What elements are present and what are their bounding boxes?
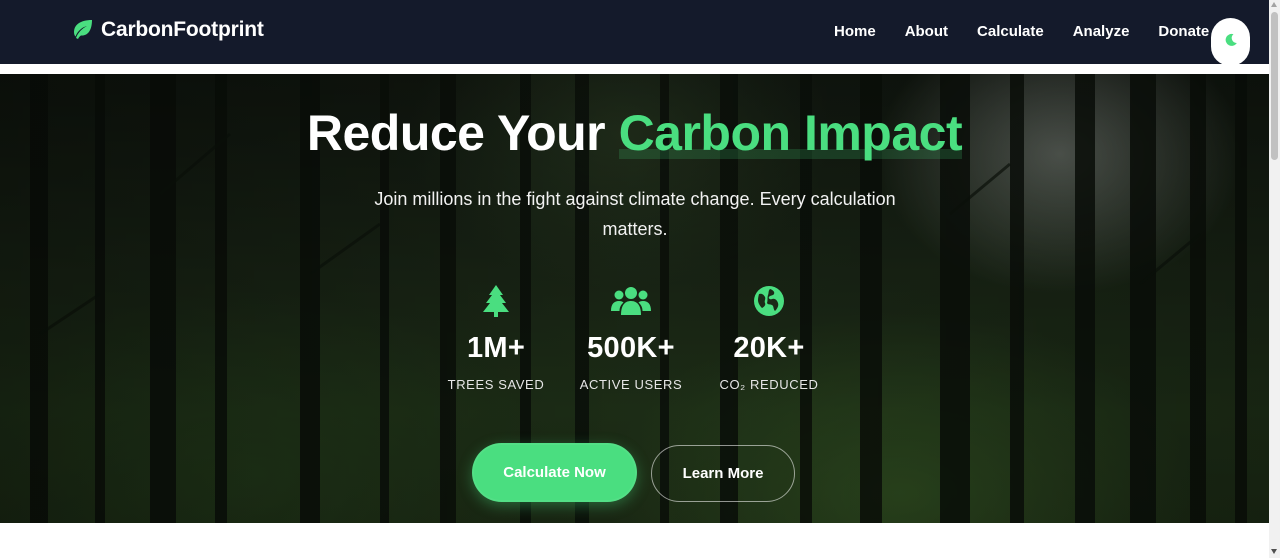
globe-icon [694,284,844,318]
scrollbar-thumb[interactable] [1271,12,1278,160]
page-scrollbar[interactable] [1269,0,1280,558]
nav-divider [0,64,1269,74]
theme-toggle-button[interactable] [1211,18,1250,66]
stat-value: 1M+ [466,332,526,364]
nav-link-home[interactable]: Home [834,23,876,40]
nav-link-about[interactable]: About [905,23,948,40]
top-navbar: CarbonFootprint Home About Calculate Ana… [0,0,1269,66]
scroll-down-arrow-icon[interactable] [1271,549,1277,554]
users-icon [556,284,706,318]
learn-more-button[interactable]: Learn More [651,445,795,502]
stat-trees-saved: 1M+ TREES SAVED [421,284,571,392]
nav-link-calculate[interactable]: Calculate [977,23,1044,40]
scroll-up-arrow-icon[interactable] [1271,2,1277,7]
hero-subtitle: Join millions in the fight against clima… [374,189,896,239]
nav-link-donate[interactable]: Donate [1158,23,1209,40]
stat-value: 500K+ [587,332,675,364]
tree-icon [421,284,571,318]
brand-logo[interactable]: CarbonFootprint [70,18,264,42]
main-nav: Home About Calculate Analyze Donate [834,23,1209,40]
stat-co2-reduced: 20K+ CO₂ REDUCED [694,284,844,392]
hero-section: Reduce Your Carbon Impact Join millions … [0,74,1269,523]
stat-label: CO₂ REDUCED [719,377,819,392]
stat-value: 20K+ [733,332,805,364]
moon-icon [1224,33,1238,52]
leaf-icon [70,19,94,41]
nav-link-analyze[interactable]: Analyze [1073,23,1130,40]
stat-label: TREES SAVED [447,377,545,392]
stat-active-users: 500K+ ACTIVE USERS [556,284,706,392]
hero-title-accent: Carbon Impact [618,105,963,161]
hero-title: Reduce Your Carbon Impact [0,104,1269,162]
brand-name: CarbonFootprint [101,18,264,41]
stat-label: ACTIVE USERS [579,377,683,392]
calculate-now-button[interactable]: Calculate Now [472,443,637,502]
hero-title-main: Reduce Your [306,105,606,161]
